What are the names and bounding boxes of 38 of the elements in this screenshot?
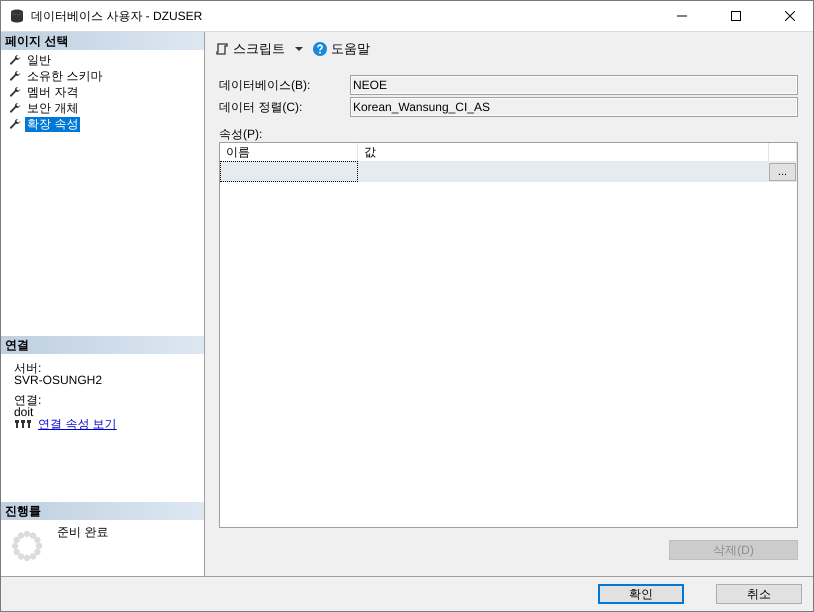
close-icon bbox=[785, 11, 795, 21]
progress-status: 준비 완료 bbox=[56, 524, 108, 541]
caret-icon bbox=[293, 46, 305, 52]
server-label: 서버: bbox=[14, 362, 42, 374]
section-header: 연결 bbox=[1, 336, 204, 354]
wrench-icon bbox=[9, 54, 21, 66]
connection-name: doit bbox=[14, 406, 34, 418]
dialog-button[interactable]: 확인 bbox=[598, 584, 684, 604]
section-header: 페이지 선택 bbox=[1, 32, 204, 50]
field-label: 데이터베이스(B): bbox=[219, 77, 312, 94]
connection-label: 연결: bbox=[14, 394, 42, 406]
dialog-button[interactable]: 취소 bbox=[716, 584, 802, 604]
ellipsis-button[interactable]: ... bbox=[769, 163, 796, 181]
database-icon bbox=[11, 9, 23, 23]
readonly-field: Korean_Wansung_CI_AS bbox=[350, 97, 798, 117]
properties-label: 속성(P): bbox=[219, 127, 264, 141]
help-button[interactable]: 도움말 bbox=[311, 40, 372, 58]
section-header: 진행률 bbox=[1, 502, 204, 520]
help-icon bbox=[313, 42, 327, 56]
scroll-icon bbox=[215, 42, 229, 56]
wrench-icon bbox=[9, 102, 21, 114]
window-title: 데이터베이스 사용자 - DZUSER bbox=[31, 8, 204, 24]
name-cell[interactable] bbox=[220, 161, 358, 182]
maximize-icon bbox=[731, 11, 741, 21]
plug-icon bbox=[14, 419, 32, 429]
page-item[interactable]: 멤버 자격 bbox=[25, 84, 80, 100]
field-label: 데이터 정렬(C): bbox=[219, 99, 304, 116]
wrench-icon bbox=[9, 118, 21, 130]
wrench-icon bbox=[9, 70, 21, 82]
server-name: SVR-OSUNGH2 bbox=[14, 374, 104, 386]
page-item[interactable]: 확장 속성 bbox=[25, 116, 80, 132]
page-item[interactable]: 일반 bbox=[25, 52, 53, 68]
script-button[interactable]: 스크립트 bbox=[213, 40, 307, 58]
page-item[interactable]: 소유한 스키마 bbox=[25, 68, 104, 84]
page-item[interactable]: 보안 개체 bbox=[25, 100, 80, 116]
readonly-field: NEOE bbox=[350, 75, 798, 95]
wrench-icon bbox=[9, 86, 21, 98]
connection-properties-link[interactable]: 연결 속성 보기 bbox=[38, 418, 117, 430]
